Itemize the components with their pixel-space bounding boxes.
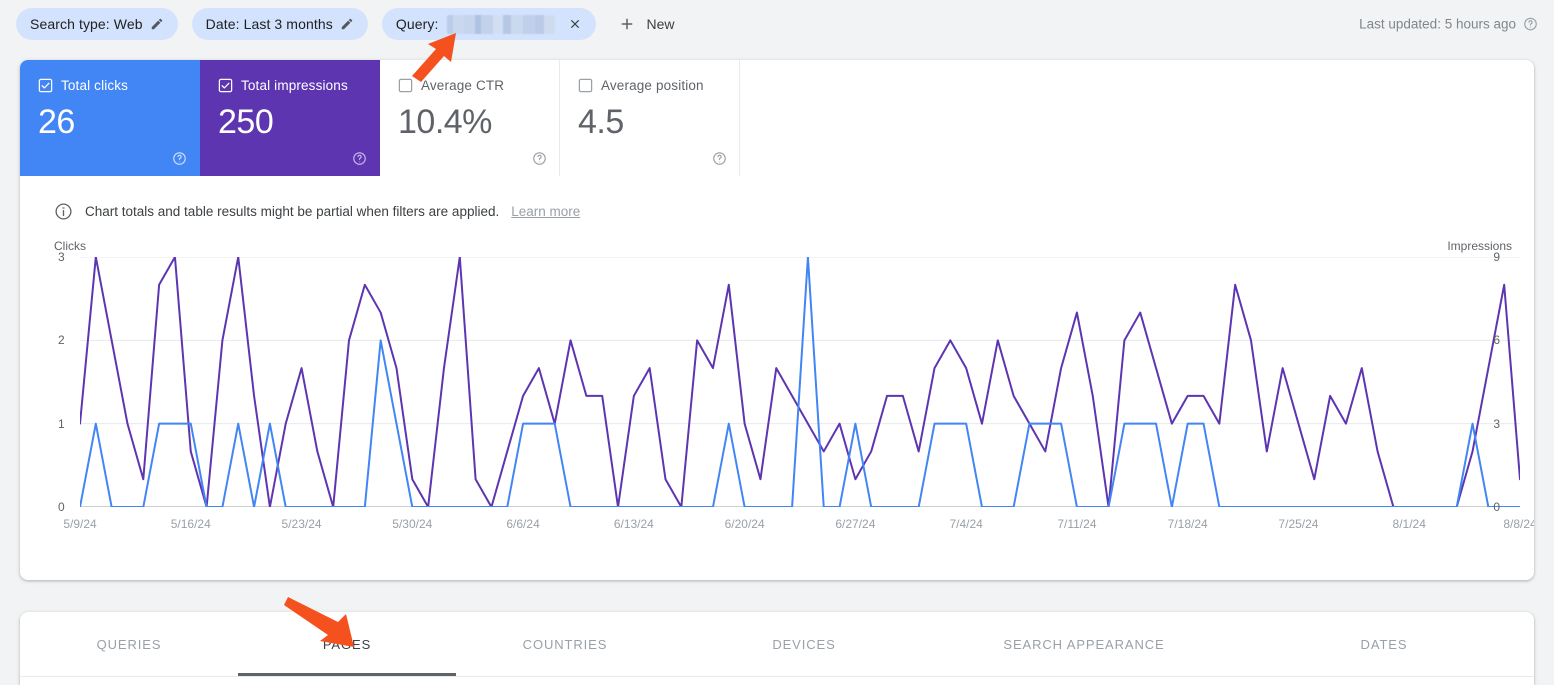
x-tick-label: 8/8/24 (1503, 517, 1534, 531)
filter-chip-search-type-label: Search type: Web (30, 16, 143, 32)
chart-line-clicks (80, 257, 1520, 507)
metric-label: Average position (601, 78, 704, 93)
y-tick-right: 9 (1493, 250, 1500, 264)
banner-text: Chart totals and table results might be … (85, 204, 500, 219)
metric-value: 4.5 (578, 103, 624, 141)
x-tick-label: 5/9/24 (63, 517, 97, 531)
chart-plot-area (80, 257, 1520, 507)
x-tick-label: 7/18/24 (1167, 517, 1208, 531)
metric-tile-average-ctr[interactable]: Average CTR 10.4% (380, 60, 560, 176)
x-tick-label: 7/4/24 (949, 517, 983, 531)
info-icon (54, 202, 73, 221)
help-icon[interactable] (1523, 17, 1538, 32)
y-tick-left: 3 (58, 250, 65, 264)
x-tick-label: 6/27/24 (835, 517, 876, 531)
tab-search-appearance[interactable]: SEARCH APPEARANCE (934, 612, 1234, 676)
tab-label: QUERIES (96, 636, 162, 652)
x-tick-label: 6/13/24 (613, 517, 654, 531)
metric-label: Total clicks (61, 78, 129, 93)
performance-card: Total clicks 26 Total impressions 250 Av… (20, 60, 1534, 580)
metric-header: Average CTR (398, 78, 543, 93)
x-tick-label: 5/23/24 (281, 517, 322, 531)
x-axis-tick-labels: 5/9/24 5/16/24 5/23/24 5/30/24 6/6/24 6/13/24… (63, 517, 1534, 535)
help-icon[interactable] (712, 151, 727, 166)
pencil-icon[interactable] (340, 17, 354, 31)
filter-chip-date[interactable]: Date: Last 3 months (191, 8, 368, 40)
plus-icon (618, 15, 636, 33)
x-tick-label: 6/20/24 (724, 517, 765, 531)
metric-tile-total-impressions[interactable]: Total impressions 250 (200, 60, 380, 176)
close-icon[interactable] (568, 17, 582, 31)
tab-countries[interactable]: COUNTRIES (456, 612, 674, 676)
checkbox-checked-icon[interactable] (218, 78, 233, 93)
y-axis-right-title: Impressions (1447, 239, 1512, 253)
tab-label: DEVICES (772, 636, 836, 652)
metric-value: 250 (218, 103, 274, 141)
y-tick-right: 0 (1493, 500, 1500, 514)
tab-label: PAGES (322, 636, 372, 652)
y-tick-right: 6 (1493, 333, 1500, 348)
add-new-filter-button[interactable]: New (610, 8, 686, 40)
y-tick-left: 1 (58, 416, 65, 431)
dimension-tabs-card: QUERIES PAGES COUNTRIES DEVICES SEARCH APPEA… (20, 612, 1534, 685)
help-icon[interactable] (532, 151, 547, 166)
x-tick-label: 6/6/24 (506, 517, 540, 531)
query-value-redacted (447, 14, 556, 34)
last-updated-status: Last updated: 5 hours ago (1359, 17, 1538, 32)
x-tick-label: 7/25/24 (1278, 517, 1319, 531)
metric-header: Average position (578, 78, 723, 93)
pencil-icon[interactable] (150, 17, 164, 31)
checkbox-checked-icon[interactable] (38, 78, 53, 93)
metric-tile-average-position[interactable]: Average position 4.5 (560, 60, 740, 176)
filter-chip-query-label: Query: (395, 16, 439, 32)
metric-label: Average CTR (421, 78, 505, 93)
add-new-filter-label: New (646, 16, 675, 32)
learn-more-link[interactable]: Learn more (511, 204, 580, 219)
y-tick-left: 0 (58, 500, 65, 514)
metric-value: 10.4% (398, 103, 492, 141)
tab-label: DATES (1360, 636, 1408, 652)
metric-tile-total-clicks[interactable]: Total clicks 26 (20, 60, 200, 176)
help-icon[interactable] (352, 151, 367, 166)
filter-chip-search-type[interactable]: Search type: Web (16, 8, 178, 40)
checkbox-unchecked-icon[interactable] (578, 78, 593, 93)
filter-chip-date-label: Date: Last 3 months (205, 16, 333, 32)
x-tick-label: 5/16/24 (170, 517, 211, 531)
help-icon[interactable] (172, 151, 187, 166)
tab-pages[interactable]: PAGES (238, 612, 456, 676)
filter-chip-query[interactable]: Query: (381, 8, 597, 40)
partial-results-banner: Chart totals and table results might be … (54, 202, 1534, 221)
metric-value: 26 (38, 103, 75, 141)
metric-header: Total clicks (38, 78, 183, 93)
dimension-tabs: QUERIES PAGES COUNTRIES DEVICES SEARCH APPEA… (20, 612, 1534, 676)
x-tick-label: 5/30/24 (392, 517, 433, 531)
metric-label: Total impressions (241, 78, 348, 93)
y-tick-right: 3 (1493, 416, 1500, 431)
x-tick-label: 7/11/24 (1057, 517, 1097, 531)
tab-label: SEARCH APPEARANCE (1003, 636, 1165, 652)
metrics-row: Total clicks 26 Total impressions 250 Av… (20, 60, 740, 176)
checkbox-unchecked-icon[interactable] (398, 78, 413, 93)
tab-devices[interactable]: DEVICES (674, 612, 934, 676)
chart-svg[interactable] (80, 257, 1520, 507)
x-tick-label: 8/1/24 (1392, 517, 1426, 531)
performance-chart: Clicks Impressions 5/9/24 5/16/24 5/23/24 5… (20, 239, 1534, 559)
filter-bar: Search type: Web Date: Last 3 months Que… (0, 0, 1554, 48)
tab-dates[interactable]: DATES (1234, 612, 1534, 676)
tabs-divider (20, 676, 1534, 677)
last-updated-label: Last updated: 5 hours ago (1359, 16, 1516, 32)
tab-queries[interactable]: QUERIES (20, 612, 238, 676)
tab-label: COUNTRIES (522, 636, 608, 652)
y-tick-left: 2 (58, 333, 65, 348)
metric-header: Total impressions (218, 78, 363, 93)
